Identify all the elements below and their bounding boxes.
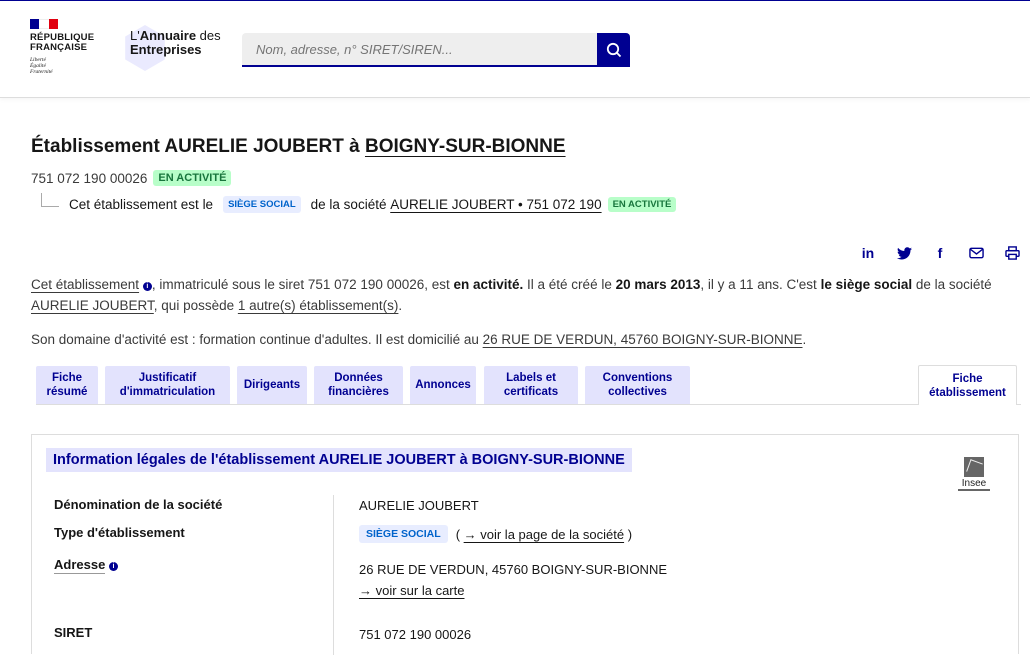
- page-title: Établissement AURELIE JOUBERT à BOIGNY-S…: [31, 136, 566, 158]
- tab-conventions-collectives[interactable]: Conventions collectives: [585, 366, 690, 404]
- etablissement-definition-link[interactable]: Cet établissement: [31, 277, 139, 292]
- desc-text-l: .: [398, 298, 403, 313]
- info-icon[interactable]: i: [108, 562, 118, 571]
- siret-number: 751 072 190 00026: [31, 170, 148, 186]
- siege-social-badge: SIÈGE SOCIAL: [223, 196, 301, 213]
- tab-annonces[interactable]: Annonces: [410, 366, 476, 404]
- tab-label: Justificatif: [138, 372, 197, 384]
- print-icon[interactable]: [1003, 244, 1021, 262]
- siege-social-badge: SIÈGE SOCIAL: [359, 525, 448, 543]
- voir-page-societe-link[interactable]: → voir la page de la société: [464, 527, 624, 542]
- insee-label: Insee: [958, 478, 990, 491]
- value-denomination: AURELIE JOUBERT: [359, 498, 479, 513]
- value-type-etablissement: SIÈGE SOCIAL ( → voir la page de la soci…: [359, 525, 632, 543]
- tab-label: Annonces: [415, 379, 471, 391]
- company-name-link[interactable]: AURELIE JOUBERT: [31, 298, 154, 313]
- search-button[interactable]: [597, 33, 630, 67]
- tab-label: certificats: [503, 386, 559, 398]
- desc-text-f: , il y a 11 ans. C'est: [700, 277, 821, 292]
- company-status-badge: EN ACTIVITÉ: [607, 197, 677, 212]
- title-prefix: Établissement AURELIE JOUBERT à: [31, 136, 365, 157]
- domain-text-end: .: [802, 332, 807, 347]
- desc-creation-date: 20 mars 2013: [615, 277, 701, 292]
- annuaire-line2: Entreprises: [130, 42, 202, 57]
- share-bar: in f: [859, 244, 1021, 262]
- annuaire-suffix: des: [196, 28, 221, 43]
- tab-label: Fiche: [51, 372, 83, 384]
- value-siret: 751 072 190 00026: [359, 627, 472, 642]
- tab-fiche-resume[interactable]: Fiche résumé: [36, 366, 98, 404]
- tab-label: Données: [334, 372, 383, 384]
- label-adresse: Adresse i: [54, 557, 118, 574]
- desc-text-d: Il a été créé le: [523, 277, 616, 292]
- desc-siege: le siège social: [820, 277, 913, 292]
- tree-connector: [41, 192, 59, 207]
- label-denomination: Dénomination de la société: [54, 497, 223, 512]
- legal-info-card: Information légales de l'établissement A…: [31, 434, 1019, 655]
- label-type-etablissement: Type d'établissement: [54, 525, 185, 540]
- site-header: RÉPUBLIQUE FRANÇAISE Liberté Égalité Fra…: [0, 0, 1030, 98]
- republique-line2: FRANÇAISE: [30, 42, 88, 53]
- siege-line: Cet établissement est le SIÈGE SOCIAL de…: [41, 192, 677, 213]
- paren-close: ): [624, 526, 633, 542]
- tab-label: Dirigeants: [243, 379, 301, 391]
- annuaire-title: L'Annuaire des Entreprises: [122, 29, 221, 57]
- desc-text-j: , qui possède: [153, 298, 238, 313]
- tab-label: Fiche: [952, 372, 983, 385]
- siret-line: 751 072 190 00026 EN ACTIVITÉ: [31, 170, 232, 186]
- paren-open: (: [455, 526, 464, 542]
- address-text: 26 RUE DE VERDUN, 45760 BOIGNY-SUR-BIONN…: [359, 562, 668, 577]
- annuaire-logo[interactable]: L'Annuaire des Entreprises: [122, 25, 221, 71]
- siege-text-mid: de la société: [310, 197, 387, 212]
- other-etablissements-link[interactable]: 1 autre(s) établissement(s): [238, 298, 399, 313]
- adresse-label-text: Adresse: [54, 557, 106, 574]
- value-adresse: 26 RUE DE VERDUN, 45760 BOIGNY-SUR-BIONN…: [359, 559, 667, 601]
- motto-fraternite: Fraternité: [30, 69, 53, 75]
- annuaire-prefix: L': [130, 28, 140, 43]
- city-link[interactable]: BOIGNY-SUR-BIONNE: [365, 136, 566, 157]
- tab-label: Labels et: [506, 372, 556, 384]
- tab-fiche-etablissement[interactable]: Fiche établissement: [918, 365, 1017, 405]
- status-badge: EN ACTIVITÉ: [153, 170, 232, 186]
- column-divider: [333, 495, 334, 655]
- desc-text-b: , immatriculé sous le siret 751 072 190 …: [151, 277, 454, 292]
- search-icon: [606, 42, 621, 58]
- tab-justificatif[interactable]: Justificatif d'immatriculation: [105, 366, 230, 404]
- search-input[interactable]: [242, 33, 597, 67]
- mail-icon[interactable]: [967, 244, 985, 262]
- desc-status: en activité.: [453, 277, 524, 292]
- desc-text-h: de la société: [912, 277, 992, 292]
- facebook-icon[interactable]: f: [931, 244, 949, 262]
- company-link[interactable]: AURELIE JOUBERT • 751 072 190: [390, 197, 601, 212]
- search-bar: [242, 33, 630, 67]
- french-flag-icon: [30, 19, 58, 29]
- tab-label: Conventions: [602, 372, 673, 384]
- tab-labels-certificats[interactable]: Labels et certificats: [484, 366, 578, 404]
- domain-paragraph: Son domaine d'activité est : formation c…: [31, 329, 1021, 350]
- tab-label: financières: [328, 386, 389, 398]
- domain-text: Son domaine d'activité est : formation c…: [31, 332, 483, 347]
- tab-dirigeants[interactable]: Dirigeants: [237, 366, 307, 404]
- info-icon[interactable]: i: [142, 282, 152, 291]
- description-paragraph: Cet établissement i, immatriculé sous le…: [31, 274, 1021, 316]
- linkedin-icon[interactable]: in: [859, 244, 877, 262]
- annuaire-bold: Annuaire: [139, 28, 197, 43]
- label-siret: SIRET: [54, 625, 93, 640]
- tab-bar: Fiche résumé Justificatif d'immatriculatio…: [36, 365, 1021, 405]
- address-link[interactable]: 26 RUE DE VERDUN, 45760 BOIGNY-SUR-BIONN…: [483, 332, 803, 347]
- twitter-icon[interactable]: [895, 244, 913, 262]
- tab-label: établissement: [929, 386, 1006, 399]
- siege-text-prefix: Cet établissement est le: [69, 197, 214, 212]
- voir-carte-link[interactable]: → voir sur la carte: [359, 583, 464, 598]
- insee-icon: [964, 457, 984, 477]
- tab-label: collectives: [608, 386, 667, 398]
- tab-label: résumé: [46, 386, 88, 398]
- tab-label: d'immatriculation: [119, 386, 216, 398]
- republique-francaise-logo[interactable]: RÉPUBLIQUE FRANÇAISE Liberté Égalité Fra…: [30, 19, 110, 75]
- tab-donnees-financieres[interactable]: Données financières: [314, 366, 403, 404]
- insee-logo[interactable]: Insee: [958, 457, 990, 491]
- card-title: Information légales de l'établissement A…: [46, 448, 632, 472]
